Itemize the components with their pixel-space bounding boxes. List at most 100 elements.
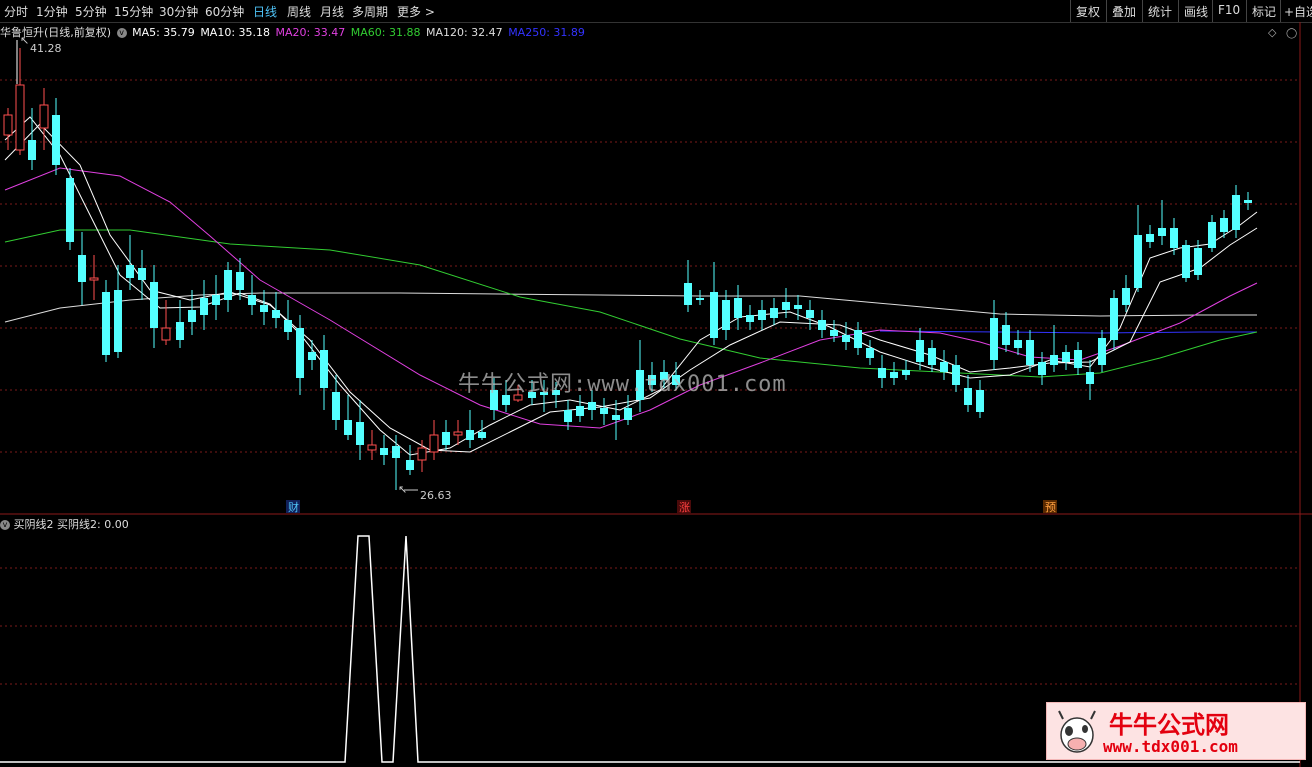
candle-body-37 xyxy=(453,431,463,436)
candle-body-72 xyxy=(878,368,886,378)
candle-body-102 xyxy=(1244,200,1252,203)
candle-body-59 xyxy=(722,300,730,330)
candle-body-25 xyxy=(308,352,316,360)
candle-body-62 xyxy=(758,310,766,320)
candle-body-18 xyxy=(224,270,232,300)
indicator-toggle-icon[interactable]: v xyxy=(0,520,10,530)
candle-body-34 xyxy=(417,447,427,461)
candle-body-86 xyxy=(1050,355,1058,365)
candle-body-1 xyxy=(15,84,25,151)
candle-body-88 xyxy=(1074,350,1082,368)
candle-body-17 xyxy=(212,295,220,305)
candle-body-3 xyxy=(39,104,49,129)
candlesticks xyxy=(3,48,1252,490)
candle-body-98 xyxy=(1194,248,1202,275)
candle-body-47 xyxy=(576,406,584,416)
low-price-label: 26.63 xyxy=(420,489,452,502)
candle-body-93 xyxy=(1134,235,1142,288)
candle-body-39 xyxy=(478,432,486,438)
candle-body-87 xyxy=(1062,352,1070,362)
candle-body-81 xyxy=(990,318,998,360)
candle-body-97 xyxy=(1182,245,1190,278)
candle-body-92 xyxy=(1122,288,1130,305)
candle-body-20 xyxy=(248,295,256,305)
candle-body-35 xyxy=(429,434,439,453)
candle-body-49 xyxy=(600,408,608,414)
candle-body-23 xyxy=(284,320,292,332)
candle-body-8 xyxy=(102,292,110,355)
candle-body-101 xyxy=(1232,195,1240,230)
logo-url: www.tdx001.com xyxy=(1103,737,1238,756)
candle-body-38 xyxy=(466,430,474,440)
candle-body-57 xyxy=(696,298,704,300)
ma5-line xyxy=(4,116,1258,456)
candle-body-46 xyxy=(564,410,572,422)
candle-body-9 xyxy=(114,290,122,352)
candle-body-68 xyxy=(830,330,838,336)
candle-body-16 xyxy=(200,298,208,315)
logo-name: 牛牛公式网 xyxy=(1109,711,1229,739)
candle-body-100 xyxy=(1220,218,1228,232)
candle-body-33 xyxy=(406,460,414,470)
candle-body-48 xyxy=(588,402,596,410)
candle-body-89 xyxy=(1086,372,1094,384)
candle-body-30 xyxy=(367,444,377,451)
indicator-value: 买阴线2: 0.00 xyxy=(57,518,129,531)
candle-body-61 xyxy=(746,315,754,322)
site-logo-badge: 牛牛公式网 www.tdx001.com xyxy=(1046,702,1306,760)
candle-body-10 xyxy=(126,265,134,278)
candle-body-7 xyxy=(89,277,99,281)
candle-body-22 xyxy=(272,310,280,318)
candle-body-63 xyxy=(770,308,778,318)
candle-body-2 xyxy=(28,140,36,160)
candle-body-79 xyxy=(964,388,972,405)
candle-body-76 xyxy=(928,348,936,365)
candle-body-95 xyxy=(1158,228,1166,236)
candle-body-15 xyxy=(188,310,196,322)
high-arrow-icon: ↖ xyxy=(20,34,29,47)
candle-body-66 xyxy=(806,310,814,318)
candle-body-70 xyxy=(854,330,862,348)
candle-body-65 xyxy=(794,305,802,309)
candle-body-58 xyxy=(710,292,718,338)
low-arrow-icon: ↖ xyxy=(398,483,407,496)
indicator-legend: v 买阴线2 买阴线2: 0.00 xyxy=(0,516,129,532)
candle-body-24 xyxy=(296,328,304,378)
candle-body-13 xyxy=(161,327,171,341)
candle-body-4 xyxy=(52,115,60,165)
candle-body-84 xyxy=(1026,340,1034,365)
candle-body-99 xyxy=(1208,222,1216,248)
candle-body-50 xyxy=(612,415,620,420)
candle-body-0 xyxy=(3,114,13,136)
event-marker-forecast-label: 预 xyxy=(1045,501,1056,514)
candle-body-71 xyxy=(866,348,874,358)
candle-body-90 xyxy=(1098,338,1106,365)
diamond-icon[interactable]: ◇ xyxy=(1268,26,1277,39)
candle-body-19 xyxy=(236,272,244,290)
candle-body-5 xyxy=(66,178,74,242)
candle-body-85 xyxy=(1038,362,1046,375)
watermark-text: 牛牛公式网:www.tdx001.com xyxy=(458,372,787,397)
ma10-line xyxy=(4,123,1258,453)
high-price-label: 41.28 xyxy=(30,42,62,55)
candle-body-26 xyxy=(320,350,328,388)
candle-body-36 xyxy=(442,432,450,445)
candle-body-74 xyxy=(902,370,910,375)
candle-body-32 xyxy=(392,446,400,458)
candle-body-67 xyxy=(818,320,826,330)
candle-body-29 xyxy=(356,422,364,445)
candle-body-75 xyxy=(916,340,924,362)
candle-body-21 xyxy=(260,305,268,312)
candle-body-28 xyxy=(344,420,352,435)
indicator-title[interactable]: 买阴线2 xyxy=(14,518,54,531)
candle-body-51 xyxy=(624,408,632,420)
cow-icon xyxy=(1058,710,1096,753)
candle-body-82 xyxy=(1002,325,1010,345)
candle-body-60 xyxy=(734,298,742,318)
candle-body-27 xyxy=(332,392,340,420)
candle-body-31 xyxy=(380,448,388,455)
expand-icon[interactable]: ◯ xyxy=(1286,28,1297,39)
candle-body-96 xyxy=(1170,228,1178,248)
candle-body-78 xyxy=(952,365,960,385)
candle-body-11 xyxy=(138,268,146,280)
